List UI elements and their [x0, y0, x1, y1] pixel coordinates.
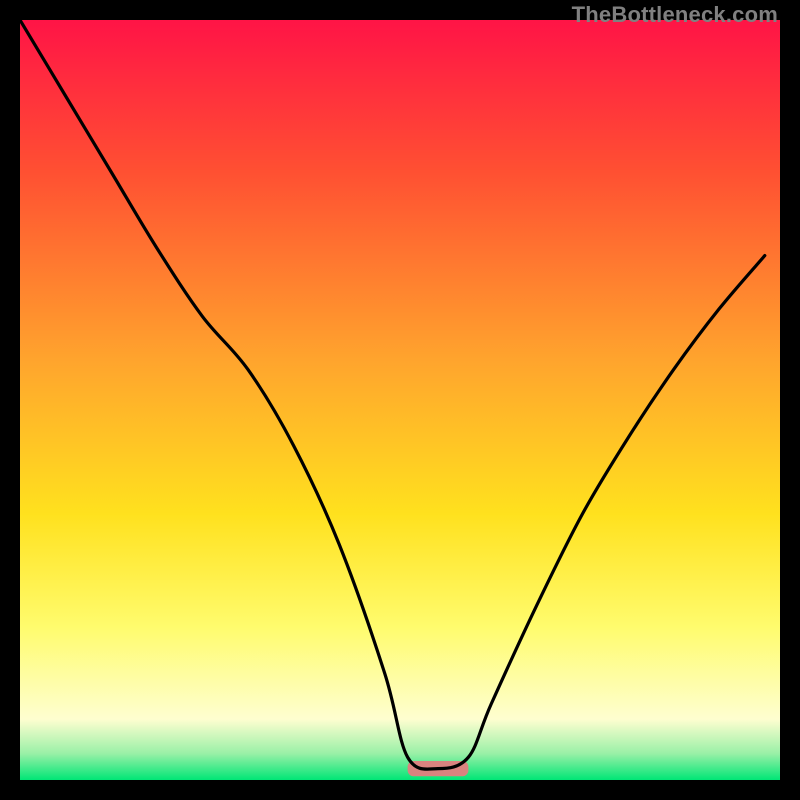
gradient-background — [20, 20, 780, 780]
chart-frame — [20, 20, 780, 780]
watermark-text: TheBottleneck.com — [572, 2, 778, 28]
bottleneck-chart — [20, 20, 780, 780]
